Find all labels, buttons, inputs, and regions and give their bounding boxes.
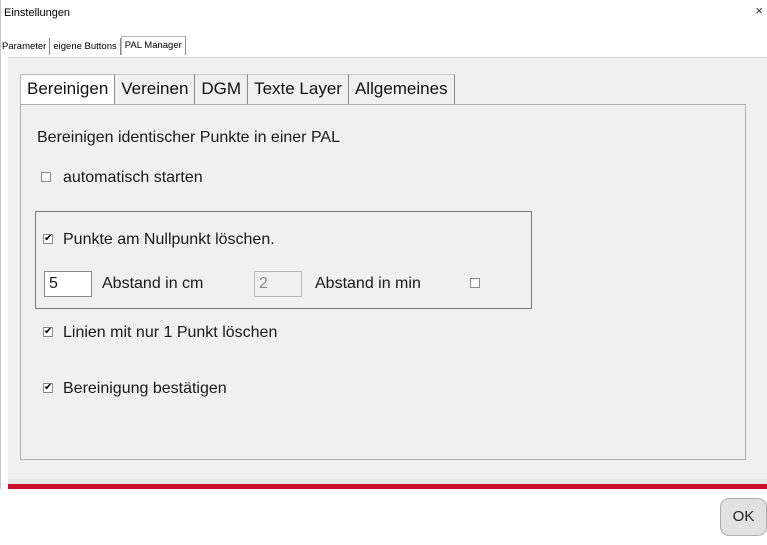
lines-one-point-label: Linien mit nur 1 Punkt löschen: [63, 324, 278, 341]
section-heading: Bereinigen identischer Punkte in einer P…: [37, 129, 340, 146]
tab-vereinen[interactable]: Vereinen: [115, 74, 196, 104]
distance-cm-input[interactable]: 5: [44, 271, 92, 297]
tab-bereinigen[interactable]: Bereinigen: [20, 74, 116, 104]
window-title: Einstellungen: [4, 7, 71, 19]
lines-one-point-checkbox[interactable]: ✔: [43, 327, 53, 337]
tab-dgm[interactable]: DGM: [195, 74, 249, 104]
tab-parameter[interactable]: Parameter: [2, 38, 51, 55]
inner-tab-strip: Bereinigen Vereinen DGM Texte Layer Allg…: [20, 74, 455, 104]
tab-texte-layer[interactable]: Texte Layer: [248, 74, 349, 104]
outer-tab-strip: Parameter eigene Buttons PAL Manager: [2, 36, 186, 55]
delete-zero-checkbox[interactable]: ✔: [43, 234, 53, 244]
auto-start-checkbox[interactable]: [41, 172, 51, 182]
button-bar: [0, 489, 767, 545]
window-border: [0, 0, 1, 545]
tab-eigene-buttons[interactable]: eigene Buttons: [50, 38, 121, 55]
tab-allgemeines[interactable]: Allgemeines: [348, 74, 455, 104]
confirm-cleanup-checkbox[interactable]: ✔: [43, 383, 53, 393]
delete-zero-label: Punkte am Nullpunkt löschen.: [63, 231, 275, 248]
auto-start-label: automatisch starten: [63, 169, 203, 186]
distance-cm-label: Abstand in cm: [102, 275, 204, 292]
confirm-cleanup-label: Bereinigung bestätigen: [63, 380, 227, 397]
distance-min-input[interactable]: 2: [254, 271, 302, 297]
close-icon[interactable]: ×: [755, 4, 763, 17]
tab-pal-manager[interactable]: PAL Manager: [120, 36, 186, 55]
ok-button[interactable]: OK: [720, 498, 767, 536]
distance-min-checkbox[interactable]: [470, 278, 480, 288]
distance-min-label: Abstand in min: [315, 275, 421, 292]
